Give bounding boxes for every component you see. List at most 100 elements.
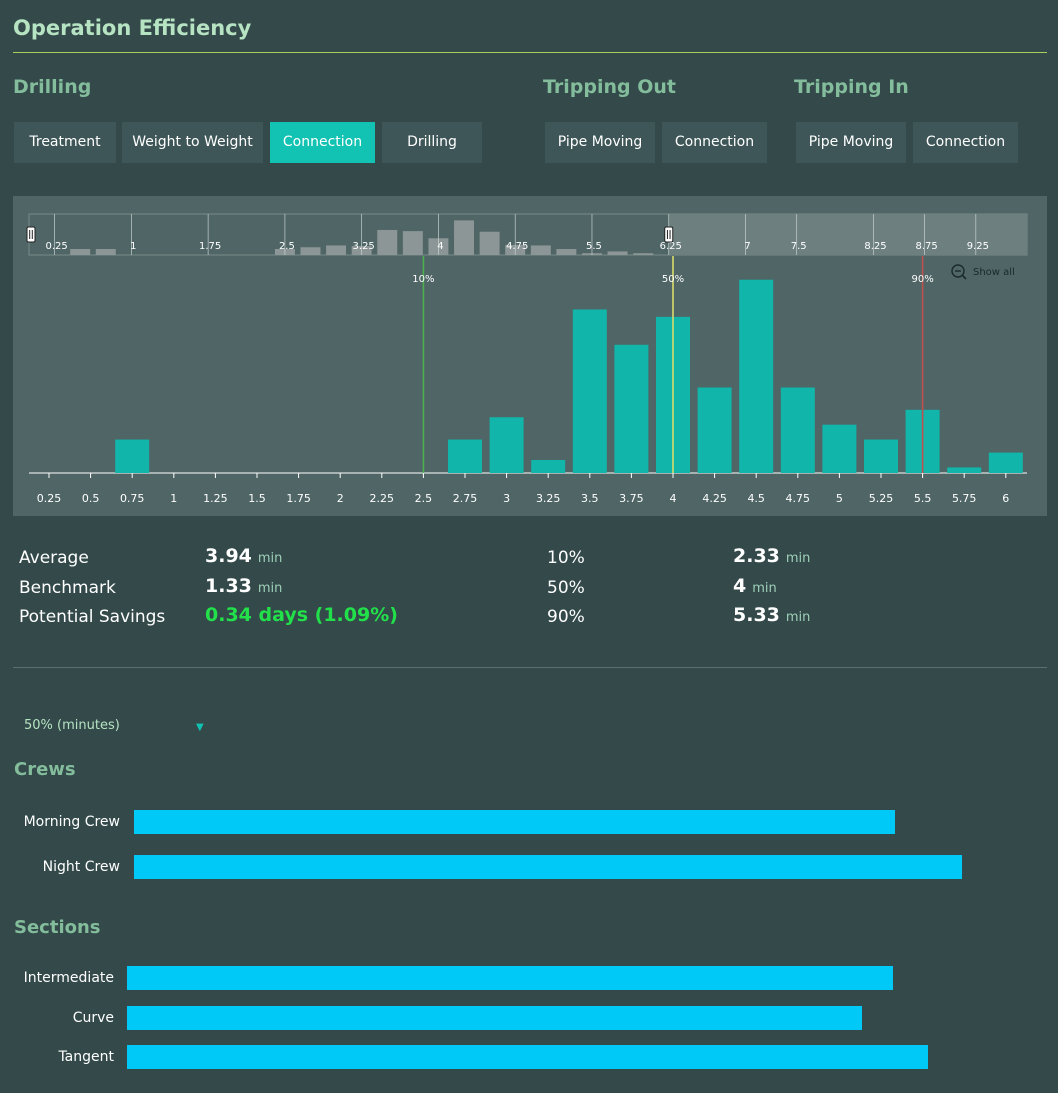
overview-tick-label: 9.25: [967, 241, 989, 252]
stats-summary: Average 3.94 min Benchmark 1.33 min Potent…: [0, 540, 1058, 640]
x-tick-label: 4.25: [702, 492, 727, 505]
overview-bar: [402, 231, 423, 255]
histogram-bar: [947, 467, 982, 473]
x-tick-label: 4.75: [786, 492, 811, 505]
stat-label-p50: 50%: [547, 578, 585, 598]
overview-bar: [454, 220, 475, 255]
stat-label-benchmark: Benchmark: [19, 578, 116, 598]
section-label-curve: Curve: [72, 1010, 114, 1026]
histogram-bar: [864, 439, 898, 473]
overview-bar: [479, 231, 500, 255]
tab-tripping-out-connection[interactable]: Connection: [662, 122, 767, 163]
x-tick-label: 1: [170, 492, 177, 505]
x-tick-label: 5.75: [952, 492, 977, 505]
stat-value-p50: 4 min: [733, 575, 777, 597]
overview-bar: [607, 251, 628, 255]
overview-tick-label: 7.5: [791, 241, 807, 252]
section-bar-intermediate[interactable]: [127, 966, 894, 990]
x-tick-label: 3: [503, 492, 510, 505]
histogram-bar: [822, 424, 857, 473]
x-tick-label: 5.25: [869, 492, 894, 505]
x-tick-label: 0.75: [120, 492, 145, 505]
section-bar-tangent[interactable]: [127, 1045, 929, 1069]
x-tick-label: 1.5: [248, 492, 266, 505]
overview-tick-label: 4: [437, 241, 443, 252]
stat-value-p90: 5.33 min: [733, 604, 811, 626]
overview-tick-label: 3.25: [353, 241, 375, 252]
overview-tick-label: 4.75: [506, 241, 528, 252]
x-tick-label: 0.5: [82, 492, 100, 505]
x-tick-label: 2: [337, 492, 344, 505]
percentile-label-50: 50%: [662, 274, 684, 285]
histogram-bar: [489, 417, 524, 473]
group-title-tripping-in: Tripping In: [794, 76, 909, 98]
tab-tripping-in-pipe-moving[interactable]: Pipe Moving: [796, 122, 906, 163]
histogram-bar: [531, 459, 566, 473]
histogram-bar: [448, 439, 482, 473]
tab-tripping-out-pipe-moving[interactable]: Pipe Moving: [545, 122, 655, 163]
x-tick-label: 3.5: [581, 492, 599, 505]
histogram-bar: [115, 439, 150, 473]
histogram-bar: [614, 344, 649, 473]
x-tick-label: 2.5: [415, 492, 433, 505]
stat-label-average: Average: [19, 548, 89, 568]
x-tick-label: 4.5: [747, 492, 765, 505]
tab-drilling-treatment[interactable]: Treatment: [14, 122, 116, 163]
x-tick-label: 5.5: [914, 492, 932, 505]
crew-bar-night[interactable]: [134, 855, 963, 879]
tab-tripping-in-connection[interactable]: Connection: [913, 122, 1018, 163]
crew-label-morning: Morning Crew: [23, 814, 120, 830]
histogram-bar: [780, 387, 815, 473]
percentile-label-90: 90%: [911, 274, 933, 285]
overview-bar: [326, 245, 347, 255]
percentile-label-10: 10%: [412, 274, 434, 285]
section-bar-curve[interactable]: [127, 1006, 862, 1030]
overview-bar: [556, 249, 577, 255]
title-divider: [13, 52, 1047, 53]
x-tick-label: 3.75: [619, 492, 644, 505]
overview-tick-label: 1.75: [199, 241, 221, 252]
dropdown-arrow-icon[interactable]: ▼: [196, 722, 204, 733]
stat-label-p90: 90%: [547, 607, 585, 627]
sections-heading: Sections: [14, 917, 101, 938]
overview-tick-label: 2.5: [279, 241, 295, 252]
tab-drilling-weight-to-weight[interactable]: Weight to Weight: [122, 122, 263, 163]
overview-tick-label: 6.25: [660, 241, 682, 252]
page-title: Operation Efficiency: [13, 16, 252, 40]
crew-bar-morning[interactable]: [134, 810, 896, 834]
tab-drilling-drilling[interactable]: Drilling: [382, 122, 482, 163]
show-all-link[interactable]: Show all: [973, 267, 1015, 278]
x-tick-label: 4: [670, 492, 677, 505]
distribution-chart: 0.25 1 1.75 2.5 3.25 4 4.75 5.5 6.25 7 7.5 8.25 8.75…: [26, 213, 1028, 505]
overview-bar: [70, 249, 91, 255]
stat-value-benchmark: 1.33 min: [205, 575, 283, 597]
x-tick-label: 5: [836, 492, 843, 505]
stat-label-p10: 10%: [547, 548, 585, 568]
histogram-bar: [572, 309, 607, 473]
overview-bar: [530, 245, 551, 255]
x-tick-label: 6: [1002, 492, 1009, 505]
distribution-chart-panel: 0.25 1 1.75 2.5 3.25 4 4.75 5.5 6.25 7 7.5 8.25 8.75…: [13, 196, 1047, 516]
overview-bar: [633, 253, 654, 255]
overview-tick-label: 1: [130, 241, 136, 252]
overview-bar: [300, 247, 321, 255]
stat-label-potential-savings: Potential Savings: [19, 607, 166, 627]
x-tick-label: 0.25: [37, 492, 62, 505]
histogram-bar: [697, 387, 732, 473]
overview-bar: [95, 249, 116, 255]
histogram-bar: [988, 452, 1023, 473]
brush-handle-left: [26, 226, 36, 243]
metric-select[interactable]: 50% (minutes): [24, 718, 120, 733]
crew-label-night: Night Crew: [42, 859, 120, 875]
x-tick-label: 2.25: [370, 492, 395, 505]
overview-tick-label: 8.25: [864, 241, 886, 252]
x-tick-label: 1.75: [286, 492, 311, 505]
group-title-tripping-out: Tripping Out: [543, 76, 676, 98]
zoom-out-icon-handle: [961, 274, 967, 280]
overview-tick-label: 7: [744, 241, 750, 252]
x-tick-label: 2.75: [453, 492, 478, 505]
brush-handle-right: [664, 226, 674, 243]
tab-drilling-connection[interactable]: Connection: [270, 122, 375, 163]
histogram-bar: [739, 279, 774, 473]
stat-value-potential-savings: 0.34 days (1.09%): [205, 604, 398, 626]
